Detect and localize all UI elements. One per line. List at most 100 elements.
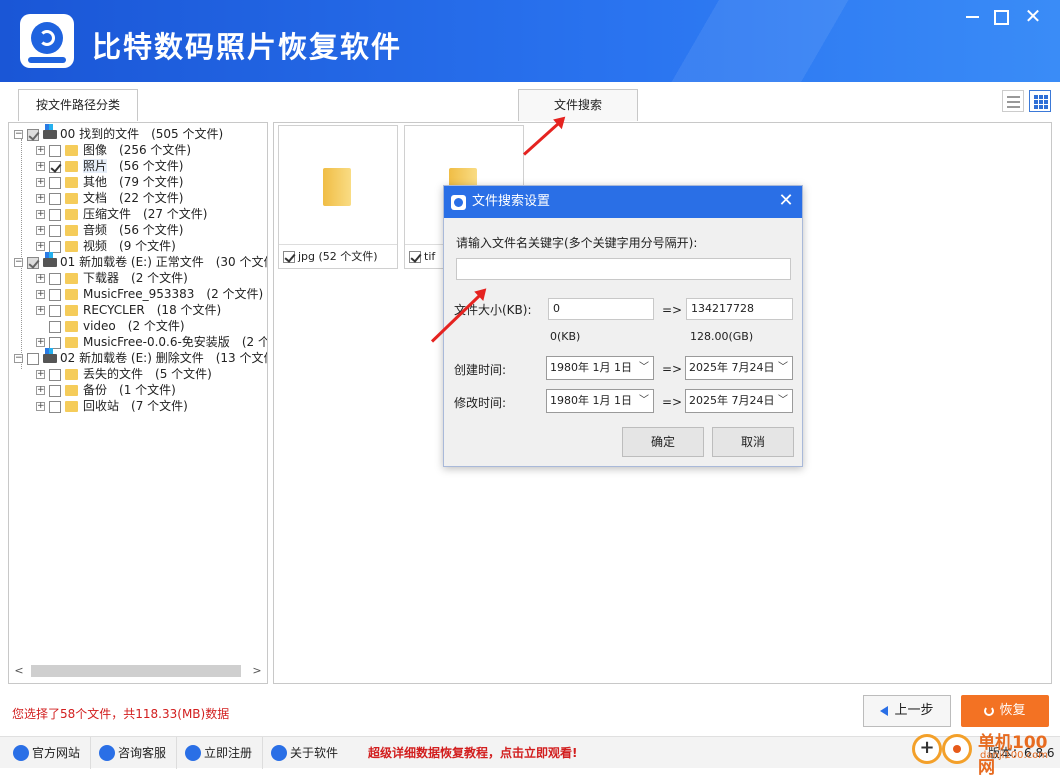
expander-icon[interactable]: + — [36, 226, 45, 235]
expander-icon[interactable]: + — [36, 162, 45, 171]
expander-icon[interactable]: + — [36, 146, 45, 155]
tree-checkbox[interactable] — [27, 256, 39, 269]
tree-item[interactable]: + 下载器 (2 个文件) — [36, 270, 188, 286]
dialog-title-bar: 文件搜索设置 — [444, 186, 802, 218]
chevron-down-icon: ﹀ — [639, 395, 649, 406]
tree-item[interactable]: + 压缩文件 (27 个文件) — [36, 206, 207, 222]
expander-icon[interactable]: + — [36, 290, 45, 299]
tree-checkbox[interactable] — [49, 368, 61, 381]
size-max-input[interactable]: 134217728 — [686, 298, 793, 320]
tree-checkbox[interactable] — [49, 240, 61, 253]
expander-icon[interactable]: + — [36, 242, 45, 251]
expander-icon[interactable]: + — [36, 210, 45, 219]
scroll-right-icon[interactable]: > — [249, 663, 265, 679]
expander-icon[interactable]: + — [36, 306, 45, 315]
tutorial-promo-link[interactable]: 超级详细数据恢复教程，点击立即观看! — [368, 737, 577, 769]
scrollbar-thumb[interactable] — [31, 665, 241, 677]
tree-checkbox[interactable] — [49, 144, 61, 157]
tree-item-label: 照片 — [83, 159, 108, 173]
tree-checkbox[interactable] — [49, 304, 61, 317]
expander-icon[interactable]: − — [14, 130, 23, 139]
tree-item[interactable]: video (2 个文件) — [36, 318, 185, 334]
expander-icon[interactable]: − — [14, 354, 23, 363]
expander-icon[interactable]: − — [14, 258, 23, 267]
tree-item[interactable]: − 02 新加载卷 (E:) 删除文件 (13 个文件) — [14, 348, 267, 366]
thumb-checkbox[interactable] — [283, 251, 295, 263]
tab-file-search[interactable]: 文件搜索 — [518, 89, 638, 121]
expander-icon[interactable]: + — [36, 386, 45, 395]
expander-icon[interactable]: + — [36, 370, 45, 379]
size-min-input[interactable]: 0 — [548, 298, 654, 320]
previous-step-button[interactable]: 上一步 — [863, 695, 951, 727]
tab-by-path[interactable]: 按文件路径分类 — [18, 89, 138, 121]
official-website-link[interactable]: 官方网站 — [10, 737, 92, 769]
tree-item[interactable]: + 视频 (9 个文件) — [36, 238, 176, 254]
register-link[interactable]: 立即注册 — [182, 737, 264, 769]
scroll-left-icon[interactable]: < — [11, 663, 27, 679]
modified-to-picker[interactable]: 2025年 7月24日 ﹀ — [685, 389, 793, 413]
tree-checkbox[interactable] — [49, 288, 61, 301]
expander-icon[interactable]: + — [36, 178, 45, 187]
tree-checkbox[interactable] — [49, 272, 61, 285]
tree-checkbox[interactable] — [49, 208, 61, 221]
customer-service-link[interactable]: 咨询客服 — [96, 737, 178, 769]
keyword-input[interactable] — [456, 258, 791, 280]
expander-icon[interactable]: + — [36, 338, 45, 347]
tree-checkbox[interactable] — [49, 384, 61, 397]
close-window-button[interactable]: ✕ — [1022, 6, 1044, 26]
tree-checkbox[interactable] — [49, 336, 61, 349]
folder-icon — [65, 305, 78, 316]
tree-item[interactable]: + 备份 (1 个文件) — [36, 382, 176, 398]
tree-checkbox[interactable] — [27, 128, 39, 141]
tree-checkbox[interactable] — [49, 320, 61, 333]
expander-icon[interactable]: + — [36, 402, 45, 411]
tree-item[interactable]: + RECYCLER (18 个文件) — [36, 302, 221, 318]
tree-item-count: (13 个文件) — [215, 351, 267, 365]
created-to-picker[interactable]: 2025年 7月24日 ﹀ — [685, 356, 793, 380]
tree-item[interactable]: + 回收站 (7 个文件) — [36, 398, 188, 414]
tree-item[interactable]: + 其他 (79 个文件) — [36, 174, 183, 190]
tree-item[interactable]: + 丢失的文件 (5 个文件) — [36, 366, 212, 382]
tree-checkbox[interactable] — [49, 400, 61, 413]
folder-icon — [65, 369, 78, 380]
tree-item-label: 音频 — [83, 223, 108, 237]
expander-icon[interactable]: + — [36, 194, 45, 203]
tree-item[interactable]: − 00 找到的文件 (505 个文件) — [14, 124, 223, 142]
tree-checkbox[interactable] — [27, 352, 39, 365]
about-link[interactable]: 关于软件 — [268, 737, 338, 769]
home-icon — [13, 745, 29, 761]
footer-bar: 官方网站 咨询客服 立即注册 关于软件 超级详细数据恢复教程，点击立即观看! 版… — [0, 736, 1060, 769]
minimize-button[interactable] — [962, 6, 984, 26]
list-view-icon[interactable] — [1002, 90, 1024, 112]
cancel-button[interactable]: 取消 — [712, 427, 794, 457]
expander-icon[interactable]: + — [36, 274, 45, 283]
thumb-checkbox[interactable] — [409, 251, 421, 263]
thumb-jpg-folder[interactable]: jpg (52 个文件) — [278, 125, 398, 269]
modified-arrow: => — [662, 395, 683, 409]
grid-view-icon[interactable] — [1029, 90, 1051, 112]
size-arrow: => — [662, 303, 683, 317]
tree-item-count: (27 个文件) — [143, 207, 208, 221]
dialog-close-icon[interactable]: ✕ — [772, 186, 800, 218]
chevron-down-icon: ﹀ — [639, 362, 649, 373]
tree-item[interactable]: + 照片 (56 个文件) — [36, 158, 183, 174]
tree-horizontal-scrollbar[interactable]: < > — [9, 663, 267, 679]
tree-checkbox[interactable] — [49, 160, 61, 173]
recover-button[interactable]: 恢复 — [961, 695, 1049, 727]
tree-item[interactable]: + 音频 (56 个文件) — [36, 222, 183, 238]
tree-item[interactable]: + MusicFree_953383 (2 个文件) — [36, 286, 263, 302]
tree-item[interactable]: + MusicFree-0.0.6-免安装版 (2 个文 — [36, 334, 267, 350]
ok-button[interactable]: 确定 — [622, 427, 704, 457]
tree-item-label: 02 新加载卷 (E:) 删除文件 — [60, 351, 204, 365]
folder-icon — [65, 321, 78, 332]
tree-item-count: (256 个文件) — [119, 143, 192, 157]
modified-from-picker[interactable]: 1980年 1月 1日 ﹀ — [546, 389, 654, 413]
tree-item[interactable]: + 图像 (256 个文件) — [36, 142, 191, 158]
created-from-picker[interactable]: 1980年 1月 1日 ﹀ — [546, 356, 654, 380]
tree-checkbox[interactable] — [49, 176, 61, 189]
tree-checkbox[interactable] — [49, 224, 61, 237]
tree-item[interactable]: + 文档 (22 个文件) — [36, 190, 183, 206]
tree-checkbox[interactable] — [49, 192, 61, 205]
maximize-button[interactable] — [990, 6, 1012, 26]
tree-item[interactable]: − 01 新加载卷 (E:) 正常文件 (30 个文件) — [14, 252, 267, 270]
